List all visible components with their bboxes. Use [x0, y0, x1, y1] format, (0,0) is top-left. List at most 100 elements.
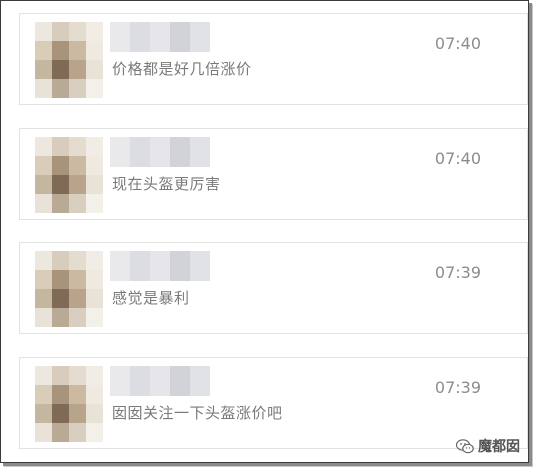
mosaic-tile — [52, 60, 69, 79]
mosaic-tile — [150, 366, 170, 396]
mosaic-tile — [170, 251, 190, 281]
sender-name-blurred — [110, 137, 210, 167]
mosaic-tile — [69, 41, 86, 60]
watermark: 魔都囡 — [456, 436, 520, 456]
mosaic-tile — [86, 175, 103, 194]
message-time: 07:40 — [434, 34, 481, 53]
mosaic-tile — [170, 366, 190, 396]
mosaic-tile — [130, 366, 150, 396]
mosaic-tile — [190, 137, 210, 167]
message-card[interactable]: 07:40 现在头盔更厉害 — [19, 128, 528, 220]
mosaic-tile — [35, 79, 52, 98]
mosaic-tile — [52, 308, 69, 327]
mosaic-tile — [35, 156, 52, 175]
mosaic-tile — [52, 270, 69, 289]
message-card[interactable]: 07:40 价格都是好几倍涨价 — [19, 13, 528, 105]
avatar[interactable] — [35, 251, 103, 327]
mosaic-tile — [35, 194, 52, 213]
avatar[interactable] — [35, 137, 103, 213]
mosaic-tile — [69, 251, 86, 270]
mosaic-tile — [150, 251, 170, 281]
message-text: 现在头盔更厉害 — [112, 175, 221, 193]
mosaic-tile — [35, 404, 52, 423]
message-time: 07:39 — [434, 263, 481, 282]
chat-list-panel: 07:40 价格都是好几倍涨价 07:40 现在头盔更厉害 07:39 感觉是暴… — [0, 0, 529, 463]
mosaic-tile — [52, 41, 69, 60]
mosaic-tile — [86, 22, 103, 41]
message-text: 价格都是好几倍涨价 — [112, 60, 252, 78]
mosaic-tile — [69, 404, 86, 423]
mosaic-tile — [110, 137, 130, 167]
mosaic-tile — [86, 308, 103, 327]
mosaic-tile — [69, 79, 86, 98]
mosaic-tile — [52, 194, 69, 213]
mosaic-tile — [52, 366, 69, 385]
mosaic-tile — [35, 385, 52, 404]
mosaic-tile — [69, 175, 86, 194]
mosaic-tile — [130, 22, 150, 52]
mosaic-tile — [86, 79, 103, 98]
mosaic-tile — [86, 60, 103, 79]
mosaic-tile — [170, 22, 190, 52]
mosaic-tile — [35, 41, 52, 60]
message-time: 07:40 — [434, 149, 481, 168]
mosaic-tile — [86, 41, 103, 60]
mosaic-tile — [52, 79, 69, 98]
mosaic-tile — [35, 366, 52, 385]
mosaic-tile — [69, 308, 86, 327]
mosaic-tile — [86, 423, 103, 442]
mosaic-tile — [170, 137, 190, 167]
mosaic-tile — [86, 385, 103, 404]
sender-name-blurred — [110, 22, 210, 52]
mosaic-tile — [86, 194, 103, 213]
mosaic-tile — [52, 22, 69, 41]
mosaic-tile — [190, 366, 210, 396]
mosaic-tile — [52, 404, 69, 423]
mosaic-tile — [35, 308, 52, 327]
mosaic-tile — [86, 251, 103, 270]
sender-name-blurred — [110, 366, 210, 396]
mosaic-tile — [86, 156, 103, 175]
mosaic-tile — [35, 60, 52, 79]
mosaic-tile — [52, 423, 69, 442]
mosaic-tile — [35, 251, 52, 270]
mosaic-tile — [52, 251, 69, 270]
mosaic-tile — [69, 423, 86, 442]
mosaic-tile — [110, 366, 130, 396]
mosaic-tile — [150, 22, 170, 52]
avatar[interactable] — [35, 366, 103, 442]
message-card[interactable]: 07:39 感觉是暴利 — [19, 242, 528, 334]
mosaic-tile — [69, 385, 86, 404]
sender-name-blurred — [110, 251, 210, 281]
watermark-text: 魔都囡 — [478, 439, 520, 455]
mosaic-tile — [86, 289, 103, 308]
mosaic-tile — [86, 270, 103, 289]
mosaic-tile — [35, 175, 52, 194]
message-card[interactable]: 07:39 囡囡关注一下头盔涨价吧 — [19, 357, 528, 449]
mosaic-tile — [69, 137, 86, 156]
mosaic-tile — [69, 270, 86, 289]
mosaic-tile — [52, 137, 69, 156]
mosaic-tile — [69, 366, 86, 385]
message-time: 07:39 — [434, 378, 481, 397]
avatar[interactable] — [35, 22, 103, 98]
mosaic-tile — [69, 156, 86, 175]
message-text: 感觉是暴利 — [112, 289, 190, 307]
mosaic-tile — [69, 289, 86, 308]
mosaic-tile — [52, 175, 69, 194]
mosaic-tile — [69, 194, 86, 213]
wechat-icon — [456, 438, 474, 453]
mosaic-tile — [35, 22, 52, 41]
message-text: 囡囡关注一下头盔涨价吧 — [112, 404, 283, 422]
mosaic-tile — [35, 423, 52, 442]
mosaic-tile — [35, 270, 52, 289]
mosaic-tile — [35, 137, 52, 156]
mosaic-tile — [52, 385, 69, 404]
mosaic-tile — [110, 251, 130, 281]
mosaic-tile — [86, 366, 103, 385]
mosaic-tile — [86, 404, 103, 423]
mosaic-tile — [52, 289, 69, 308]
mosaic-tile — [52, 156, 69, 175]
mosaic-tile — [110, 22, 130, 52]
mosaic-tile — [69, 60, 86, 79]
